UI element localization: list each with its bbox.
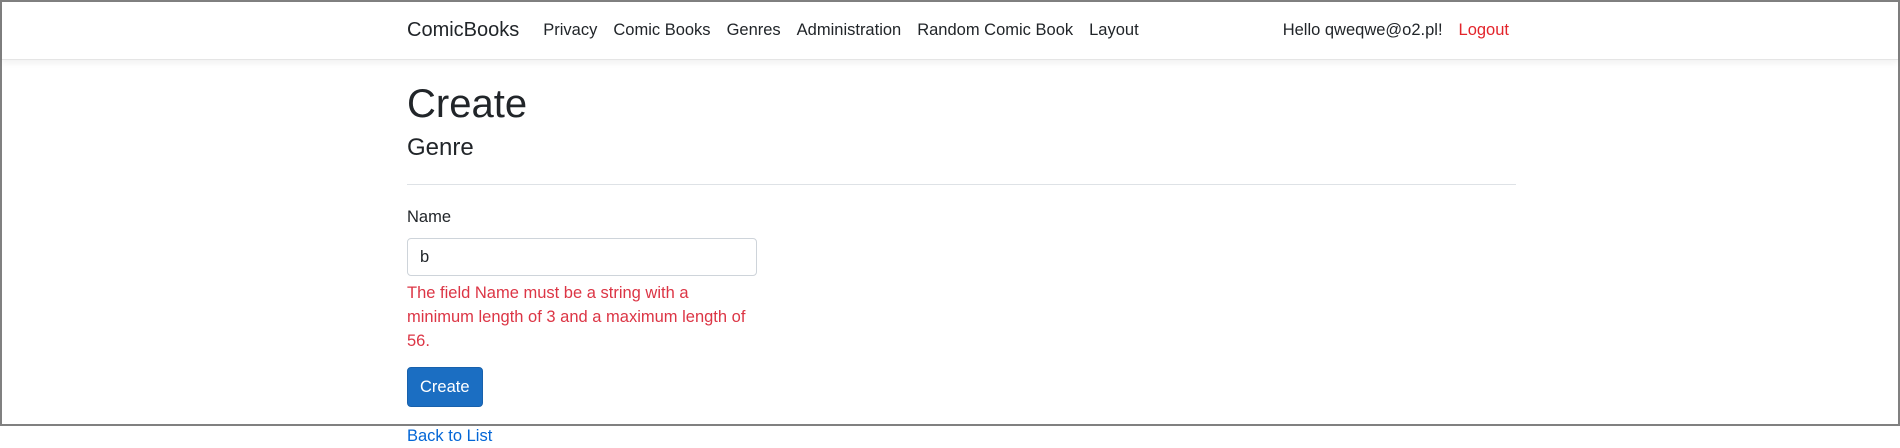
create-button[interactable]: Create: [407, 367, 483, 407]
brand-link[interactable]: ComicBooks: [407, 19, 519, 42]
nav-user-area: Hello qweqwe@o2.pl! Logout: [1283, 21, 1517, 40]
navbar-container: ComicBooks Privacy Comic Books Genres Ad…: [407, 2, 1517, 59]
name-input[interactable]: b: [407, 238, 757, 276]
back-to-list-link: Back to List: [407, 424, 1517, 448]
logout-button[interactable]: Logout: [1459, 21, 1509, 40]
nav-link-layout[interactable]: Layout: [1089, 21, 1139, 40]
top-navbar: ComicBooks Privacy Comic Books Genres Ad…: [2, 2, 1898, 60]
nav-links: Privacy Comic Books Genres Administratio…: [543, 21, 1154, 40]
back-to-list-link-text[interactable]: Back to List: [407, 427, 492, 445]
name-field-label: Name: [407, 208, 452, 226]
nav-link-random-comic-book[interactable]: Random Comic Book: [917, 21, 1073, 40]
divider: [407, 184, 1516, 185]
nav-link-administration[interactable]: Administration: [797, 21, 902, 40]
main-content: Create Genre Name b The field Name must …: [407, 76, 1517, 448]
nav-link-privacy[interactable]: Privacy: [543, 21, 597, 40]
nav-link-comic-books[interactable]: Comic Books: [613, 21, 710, 40]
nav-link-genres[interactable]: Genres: [727, 21, 781, 40]
page-title: Create: [407, 82, 528, 126]
page-subtitle: Genre: [407, 134, 474, 161]
user-greeting[interactable]: Hello qweqwe@o2.pl!: [1283, 21, 1443, 40]
name-validation-error: The field Name must be a string with a m…: [407, 284, 746, 350]
